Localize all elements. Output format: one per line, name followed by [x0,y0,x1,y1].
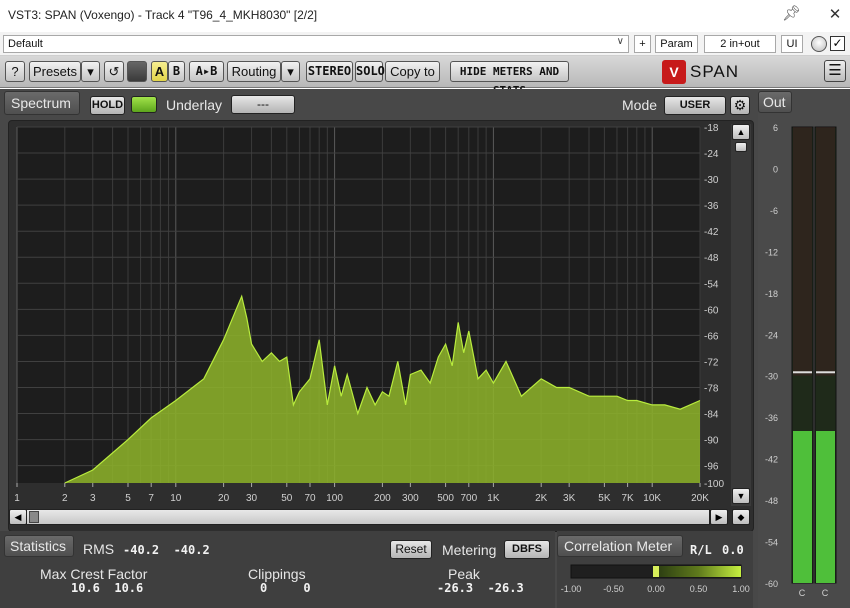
out-scale-label: -42 [765,455,778,465]
out-scale-label: -24 [765,330,778,340]
out-scale-label: -30 [765,372,778,382]
out-meter-peak [816,371,835,374]
out-meter-level [793,431,812,583]
out-channel-label: C [799,588,806,598]
out-scale-label: -36 [765,413,778,423]
out-scale-label: -54 [765,538,778,548]
out-scale-label: 6 [773,123,778,133]
out-scale-label: -48 [765,496,778,506]
out-channel-label: C [822,588,829,598]
out-scale-label: -6 [770,206,778,216]
out-scale-label: 0 [773,164,778,174]
out-scale-label: -12 [765,247,778,257]
output-level-meter: 6 0 -6 -12 -18 -24 -30 -36 -42 -48 -54 -60 C C [765,123,837,598]
out-meter-hot-zone [816,127,835,376]
out-meter-level [816,431,835,583]
out-meter-hot-zone [793,127,812,376]
out-scale-label: -18 [765,289,778,299]
out-meter-peak [793,371,812,374]
out-scale-label: -60 [765,579,778,589]
